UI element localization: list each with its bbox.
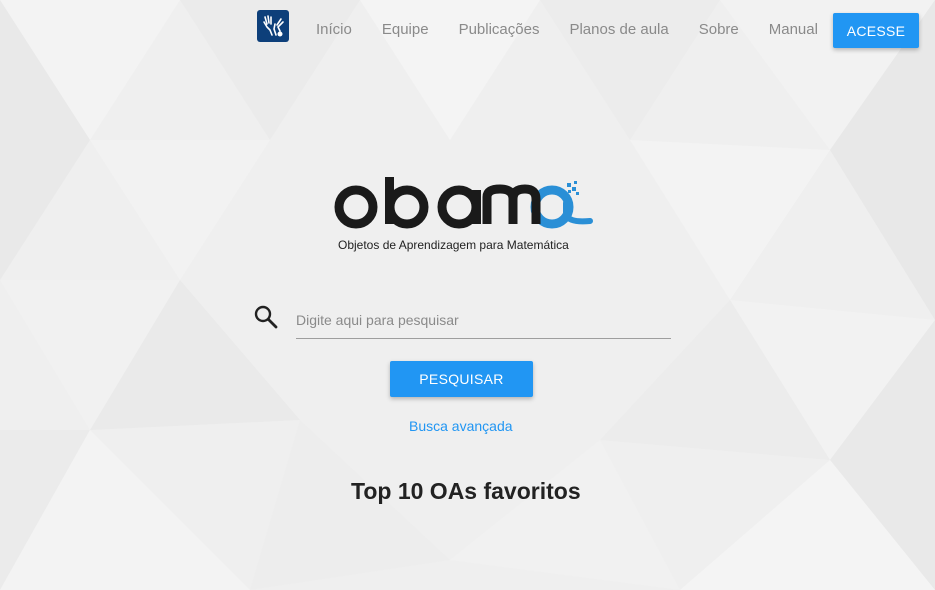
busca-avancada-link[interactable]: Busca avançada <box>409 418 513 434</box>
obama-logo-graphic <box>334 177 593 229</box>
top-navbar: Início Equipe Publicações Planos de aula… <box>0 0 935 60</box>
logo-tagline: Objetos de Aprendizagem para Matemática <box>338 238 569 252</box>
site-logo-button[interactable] <box>257 10 289 42</box>
pesquisar-button[interactable]: PESQUISAR <box>390 361 533 397</box>
nav-link-inicio[interactable]: Início <box>301 0 367 60</box>
acesse-button[interactable]: ACESSE <box>833 13 919 48</box>
top-favoritos-heading: Top 10 OAs favoritos <box>351 478 581 504</box>
hands-accessibility-icon <box>263 15 284 37</box>
main-nav: Início Equipe Publicações Planos de aula… <box>301 0 833 60</box>
nav-link-publicacoes[interactable]: Publicações <box>444 0 555 60</box>
nav-link-equipe[interactable]: Equipe <box>367 0 444 60</box>
search-area <box>252 295 672 341</box>
nav-link-planos-de-aula[interactable]: Planos de aula <box>554 0 683 60</box>
search-input[interactable] <box>296 301 671 339</box>
obama-logo: Objetos de Aprendizagem para Matemática <box>330 175 600 260</box>
nav-link-manual[interactable]: Manual <box>754 0 833 60</box>
search-icon <box>254 305 278 329</box>
nav-link-sobre[interactable]: Sobre <box>684 0 754 60</box>
